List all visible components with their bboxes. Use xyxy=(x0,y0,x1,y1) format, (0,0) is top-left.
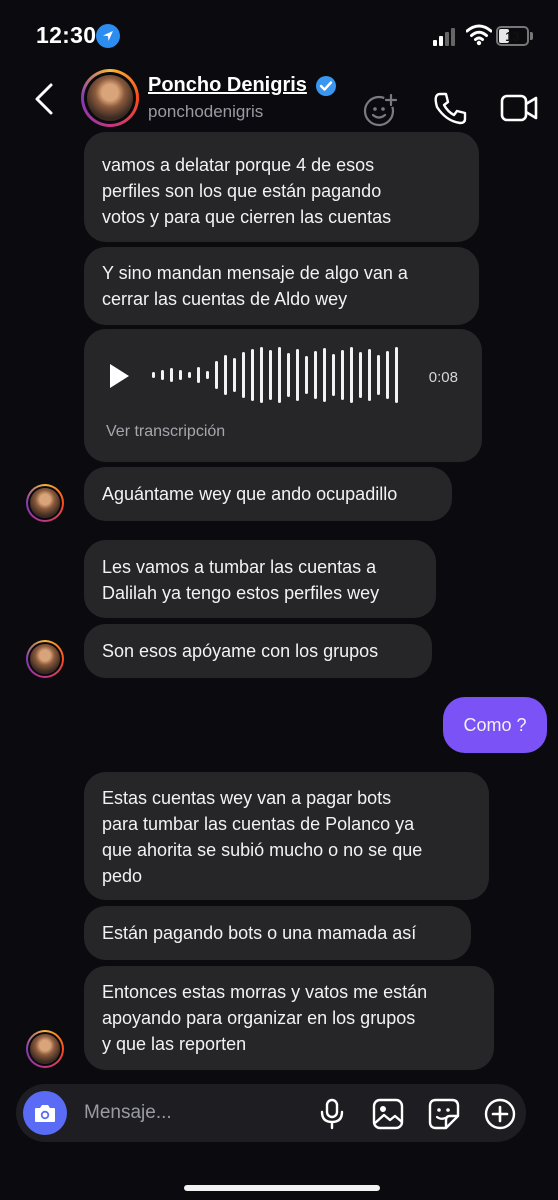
message-text: Les vamos a tumbar las cuentas a Dalilah… xyxy=(102,557,380,603)
verified-badge-icon xyxy=(316,76,336,96)
sticker-icon[interactable] xyxy=(428,1098,460,1130)
waveform-bar xyxy=(161,370,164,380)
voice-duration: 0:08 xyxy=(428,369,458,386)
message-text: Son esos apóyame con los grupos xyxy=(102,641,379,661)
waveform-bar xyxy=(179,370,182,380)
audio-waveform[interactable] xyxy=(152,347,408,403)
camera-icon xyxy=(35,1105,55,1122)
message-bubble[interactable]: Son esos apóyame con los grupos xyxy=(84,624,432,678)
message-text: Entonces estas morras y vatos me están a… xyxy=(102,982,428,1054)
waveform-bar xyxy=(152,372,155,378)
profile-avatar[interactable] xyxy=(81,69,139,127)
message-bubble[interactable]: Entonces estas morras y vatos me están a… xyxy=(84,966,494,1070)
waveform-bar xyxy=(368,349,371,401)
message-bubble[interactable]: vamos a delatar porque 4 de esos perfile… xyxy=(84,132,479,242)
waveform-bar xyxy=(260,347,263,403)
message-text: Aguántame wey que ando ocupadillo xyxy=(102,484,398,504)
waveform-bar xyxy=(323,348,326,402)
play-icon[interactable] xyxy=(108,363,130,389)
gallery-icon[interactable] xyxy=(372,1098,404,1130)
waveform-bar xyxy=(233,358,236,392)
waveform-bar xyxy=(395,347,398,403)
back-arrow-icon[interactable] xyxy=(33,82,55,116)
profile-name[interactable]: Poncho Denigris xyxy=(148,74,307,97)
waveform-bar xyxy=(278,347,281,403)
cell-signal-icon xyxy=(433,28,461,46)
add-people-icon[interactable] xyxy=(362,90,400,128)
waveform-bar xyxy=(314,351,317,399)
waveform-bar xyxy=(377,355,380,395)
battery-level: 13 xyxy=(505,29,520,44)
location-arrow-icon xyxy=(96,24,120,48)
sender-avatar[interactable] xyxy=(26,640,64,678)
message-text: Estas cuentas wey van a pagar bots para … xyxy=(102,788,423,886)
waveform-bar xyxy=(197,367,200,383)
waveform-bar xyxy=(386,351,389,399)
battery-nub xyxy=(530,32,533,40)
view-transcript-link[interactable]: Ver transcripción xyxy=(106,419,225,445)
profile-handle[interactable]: ponchodenigris xyxy=(148,102,263,122)
waveform-bar xyxy=(332,354,335,396)
message-input[interactable]: Mensaje... xyxy=(84,1102,172,1124)
status-time: 12:30 xyxy=(36,22,97,48)
camera-button[interactable] xyxy=(23,1091,67,1135)
message-text: vamos a delatar porque 4 de esos perfile… xyxy=(102,155,392,227)
waveform-bar xyxy=(215,361,218,389)
message-text: Están pagando bots o una mamada así xyxy=(102,923,417,943)
waveform-bar xyxy=(305,356,308,394)
battery-icon: 13 xyxy=(496,26,529,46)
microphone-icon[interactable] xyxy=(319,1098,345,1130)
message-bubble[interactable]: Están pagando bots o una mamada así xyxy=(84,906,471,960)
waveform-bar xyxy=(350,347,353,403)
waveform-bar xyxy=(251,349,254,401)
add-plus-icon[interactable] xyxy=(484,1098,516,1130)
waveform-bar xyxy=(242,352,245,398)
message-text: Como ? xyxy=(463,715,527,735)
waveform-bar xyxy=(224,355,227,395)
outgoing-message-bubble[interactable]: Como ? xyxy=(443,697,547,753)
message-bubble[interactable]: Y sino mandan mensaje de algo van a cerr… xyxy=(84,247,479,325)
waveform-bar xyxy=(341,350,344,400)
message-bubble[interactable]: Les vamos a tumbar las cuentas a Dalilah… xyxy=(84,540,436,618)
waveform-bar xyxy=(359,352,362,398)
message-bubble[interactable]: Aguántame wey que ando ocupadillo xyxy=(84,467,452,521)
waveform-bar xyxy=(170,368,173,382)
sender-avatar[interactable] xyxy=(26,484,64,522)
voice-message[interactable]: 0:08 Ver transcripción xyxy=(84,329,482,462)
waveform-bar xyxy=(287,353,290,397)
video-call-icon[interactable] xyxy=(500,90,540,126)
wifi-icon xyxy=(466,24,492,46)
message-composer: Mensaje... xyxy=(16,1084,526,1142)
message-text: Y sino mandan mensaje de algo van a cerr… xyxy=(102,263,408,309)
waveform-bar xyxy=(269,350,272,400)
waveform-bar xyxy=(206,371,209,379)
home-indicator xyxy=(184,1185,380,1191)
phone-call-icon[interactable] xyxy=(432,90,468,126)
message-bubble[interactable]: Estas cuentas wey van a pagar bots para … xyxy=(84,772,489,900)
waveform-bar xyxy=(296,349,299,401)
sender-avatar[interactable] xyxy=(26,1030,64,1068)
waveform-bar xyxy=(188,372,191,378)
